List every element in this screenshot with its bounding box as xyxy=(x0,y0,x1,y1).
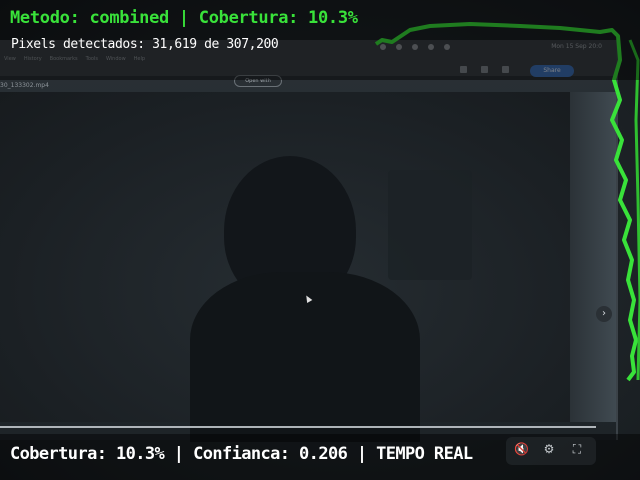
player-controls: 🔇 ⚙ ⛶ xyxy=(514,442,584,456)
laptop-screen: View History Bookmarks Tools Window Help… xyxy=(0,40,618,442)
mute-icon[interactable]: 🔇 xyxy=(514,442,529,456)
pixel-count-text: Pixels detectados: 31,619 de 307,200 xyxy=(11,37,279,52)
camera-frame: View History Bookmarks Tools Window Help… xyxy=(0,0,640,480)
video-progress-bar[interactable] xyxy=(0,426,596,428)
method-coverage-title: Metodo: combined | Cobertura: 10.3% xyxy=(10,8,358,28)
settings-icon[interactable]: ⚙ xyxy=(542,442,556,456)
fullscreen-icon[interactable]: ⛶ xyxy=(570,442,584,456)
background-shelf xyxy=(388,170,472,280)
file-name: 30_133302.mp4 xyxy=(0,82,49,89)
next-arrow-icon[interactable]: › xyxy=(596,306,612,322)
screen-edge-glare xyxy=(570,92,616,422)
status-line: Cobertura: 10.3% | Confianca: 0.206 | TE… xyxy=(10,444,473,464)
